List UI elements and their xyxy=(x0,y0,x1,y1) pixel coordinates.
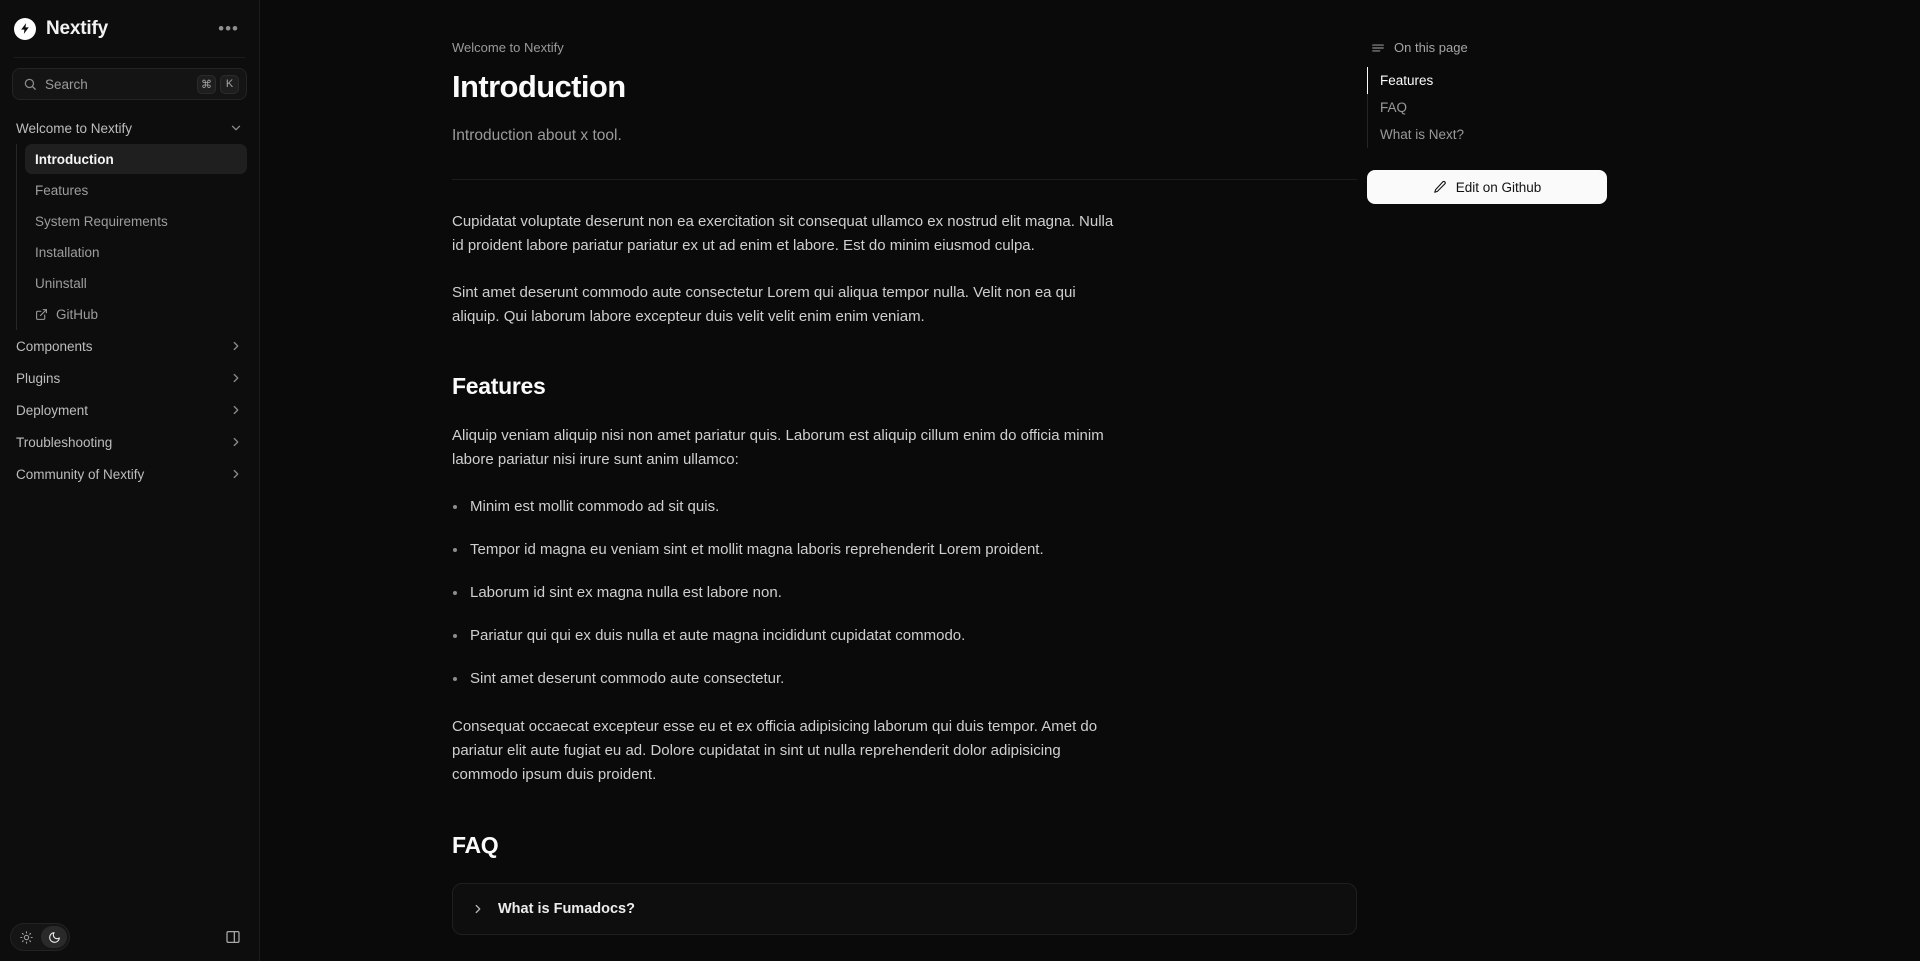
sidebar-section-plugins[interactable]: Plugins xyxy=(12,362,247,394)
sidebar-item-github[interactable]: GitHub xyxy=(25,299,247,329)
sidebar-item-features[interactable]: Features xyxy=(25,175,247,205)
sidebar-item-label: Uninstall xyxy=(35,275,87,291)
sidebar-item-system-requirements[interactable]: System Requirements xyxy=(25,206,247,236)
chevron-right-icon xyxy=(229,403,243,417)
section-heading-features: Features xyxy=(452,373,546,400)
intro-paragraph-1: Cupidatat voluptate deserunt non ea exer… xyxy=(452,213,1114,255)
features-list: Minim est mollit commodo ad sit quis. Te… xyxy=(452,495,1357,691)
page-description: Introduction about x tool. xyxy=(452,127,622,144)
toc-item-faq[interactable]: FAQ xyxy=(1367,94,1607,121)
features-intro-paragraph: Aliquip veniam aliquip nisi non amet par… xyxy=(452,427,1104,469)
intro-paragraph-2: Sint amet deserunt commodo aute consecte… xyxy=(452,283,1076,325)
search-container: Search ⌘ K xyxy=(0,58,259,106)
toc-heading: On this page xyxy=(1367,40,1607,55)
chevron-right-icon xyxy=(229,339,243,353)
faq-item-what-is-fumadocs[interactable]: What is Fumadocs? xyxy=(453,884,1356,934)
app-root: Nextify ••• Search ⌘ K Welcome to Nextif… xyxy=(0,0,1920,961)
nav-group-children: Introduction Features System Requirement… xyxy=(16,144,247,330)
sidebar-section-label: Troubleshooting xyxy=(16,434,113,450)
theme-toggle[interactable] xyxy=(10,923,70,951)
sidebar-item-introduction[interactable]: Introduction xyxy=(25,144,247,174)
sidebar-section-label: Community of Nextify xyxy=(16,466,145,482)
breadcrumb: Welcome to Nextify xyxy=(452,40,564,55)
chevron-right-icon xyxy=(471,902,485,916)
chevron-right-icon xyxy=(229,371,243,385)
content-divider xyxy=(452,179,1357,180)
main-content: Welcome to Nextify Introduction Introduc… xyxy=(260,0,1920,961)
sidebar-more-button[interactable]: ••• xyxy=(216,20,241,37)
sidebar-item-uninstall[interactable]: Uninstall xyxy=(25,268,247,298)
toc-heading-label: On this page xyxy=(1394,40,1468,55)
kbd-k: K xyxy=(220,74,239,94)
search-input[interactable]: Search ⌘ K xyxy=(12,68,247,100)
sidebar-item-installation[interactable]: Installation xyxy=(25,237,247,267)
list-item: Laborum id sint ex magna nulla est labor… xyxy=(452,581,1357,605)
table-of-contents: On this page Features FAQ What is Next? … xyxy=(1357,0,1627,961)
toc-item-features[interactable]: Features xyxy=(1367,67,1607,94)
left-sidebar: Nextify ••• Search ⌘ K Welcome to Nextif… xyxy=(0,0,260,961)
sidebar-item-label: System Requirements xyxy=(35,213,168,229)
faq-question: What is Fumadocs? xyxy=(498,900,635,917)
search-icon xyxy=(23,77,37,91)
nav-group-welcome-to-nextify[interactable]: Welcome to Nextify xyxy=(12,114,247,142)
edit-on-github-label: Edit on Github xyxy=(1455,179,1542,195)
sidebar-section-label: Deployment xyxy=(16,402,89,418)
list-item: Tempor id magna eu veniam sint et mollit… xyxy=(452,538,1357,562)
sidebar-nav: Welcome to Nextify Introduction Features… xyxy=(0,106,259,913)
lightning-bolt-icon xyxy=(14,17,36,40)
sidebar-item-label: GitHub xyxy=(56,306,99,322)
section-heading-faq: FAQ xyxy=(452,831,499,858)
pencil-edit-icon xyxy=(1433,180,1447,194)
sidebar-collapse-icon[interactable] xyxy=(221,925,245,949)
list-item: Sint amet deserunt commodo aute consecte… xyxy=(452,667,1357,691)
menu-icon xyxy=(1371,41,1385,55)
sidebar-section-label: Components xyxy=(16,338,93,354)
sidebar-section-components[interactable]: Components xyxy=(12,330,247,362)
brand-name: Nextify xyxy=(46,17,108,39)
toc-item-what-is-next[interactable]: What is Next? xyxy=(1367,121,1607,148)
nav-group-label: Welcome to Nextify xyxy=(16,120,133,136)
edit-on-github-button[interactable]: Edit on Github xyxy=(1367,170,1607,204)
chevron-right-icon xyxy=(229,467,243,481)
article: Welcome to Nextify Introduction Introduc… xyxy=(452,0,1357,961)
sidebar-section-troubleshooting[interactable]: Troubleshooting xyxy=(12,426,247,458)
search-shortcut: ⌘ K xyxy=(197,74,239,94)
sidebar-item-label: Introduction xyxy=(35,151,114,167)
kbd-cmd: ⌘ xyxy=(197,74,216,94)
features-outro-paragraph: Consequat occaecat excepteur esse eu et … xyxy=(452,717,1098,784)
chevron-down-icon xyxy=(229,121,243,135)
list-item: Minim est mollit commodo ad sit quis. xyxy=(452,495,1357,519)
sidebar-section-community-of-nextify[interactable]: Community of Nextify xyxy=(12,458,247,490)
external-link-icon xyxy=(35,308,48,321)
sidebar-footer xyxy=(0,913,259,961)
sidebar-item-label: Features xyxy=(35,182,89,198)
sidebar-section-label: Plugins xyxy=(16,370,61,386)
sun-icon[interactable] xyxy=(13,926,39,948)
moon-icon[interactable] xyxy=(41,926,67,948)
sidebar-item-label: Installation xyxy=(35,244,100,260)
sidebar-header: Nextify ••• xyxy=(0,0,259,57)
toc-list: Features FAQ What is Next? xyxy=(1367,67,1607,148)
sidebar-section-deployment[interactable]: Deployment xyxy=(12,394,247,426)
faq-accordion: What is Fumadocs? xyxy=(452,882,1357,935)
search-placeholder: Search xyxy=(45,76,88,92)
page-title: Introduction xyxy=(452,69,626,104)
chevron-right-icon xyxy=(229,435,243,449)
list-item: Pariatur qui qui ex duis nulla et aute m… xyxy=(452,624,1357,648)
